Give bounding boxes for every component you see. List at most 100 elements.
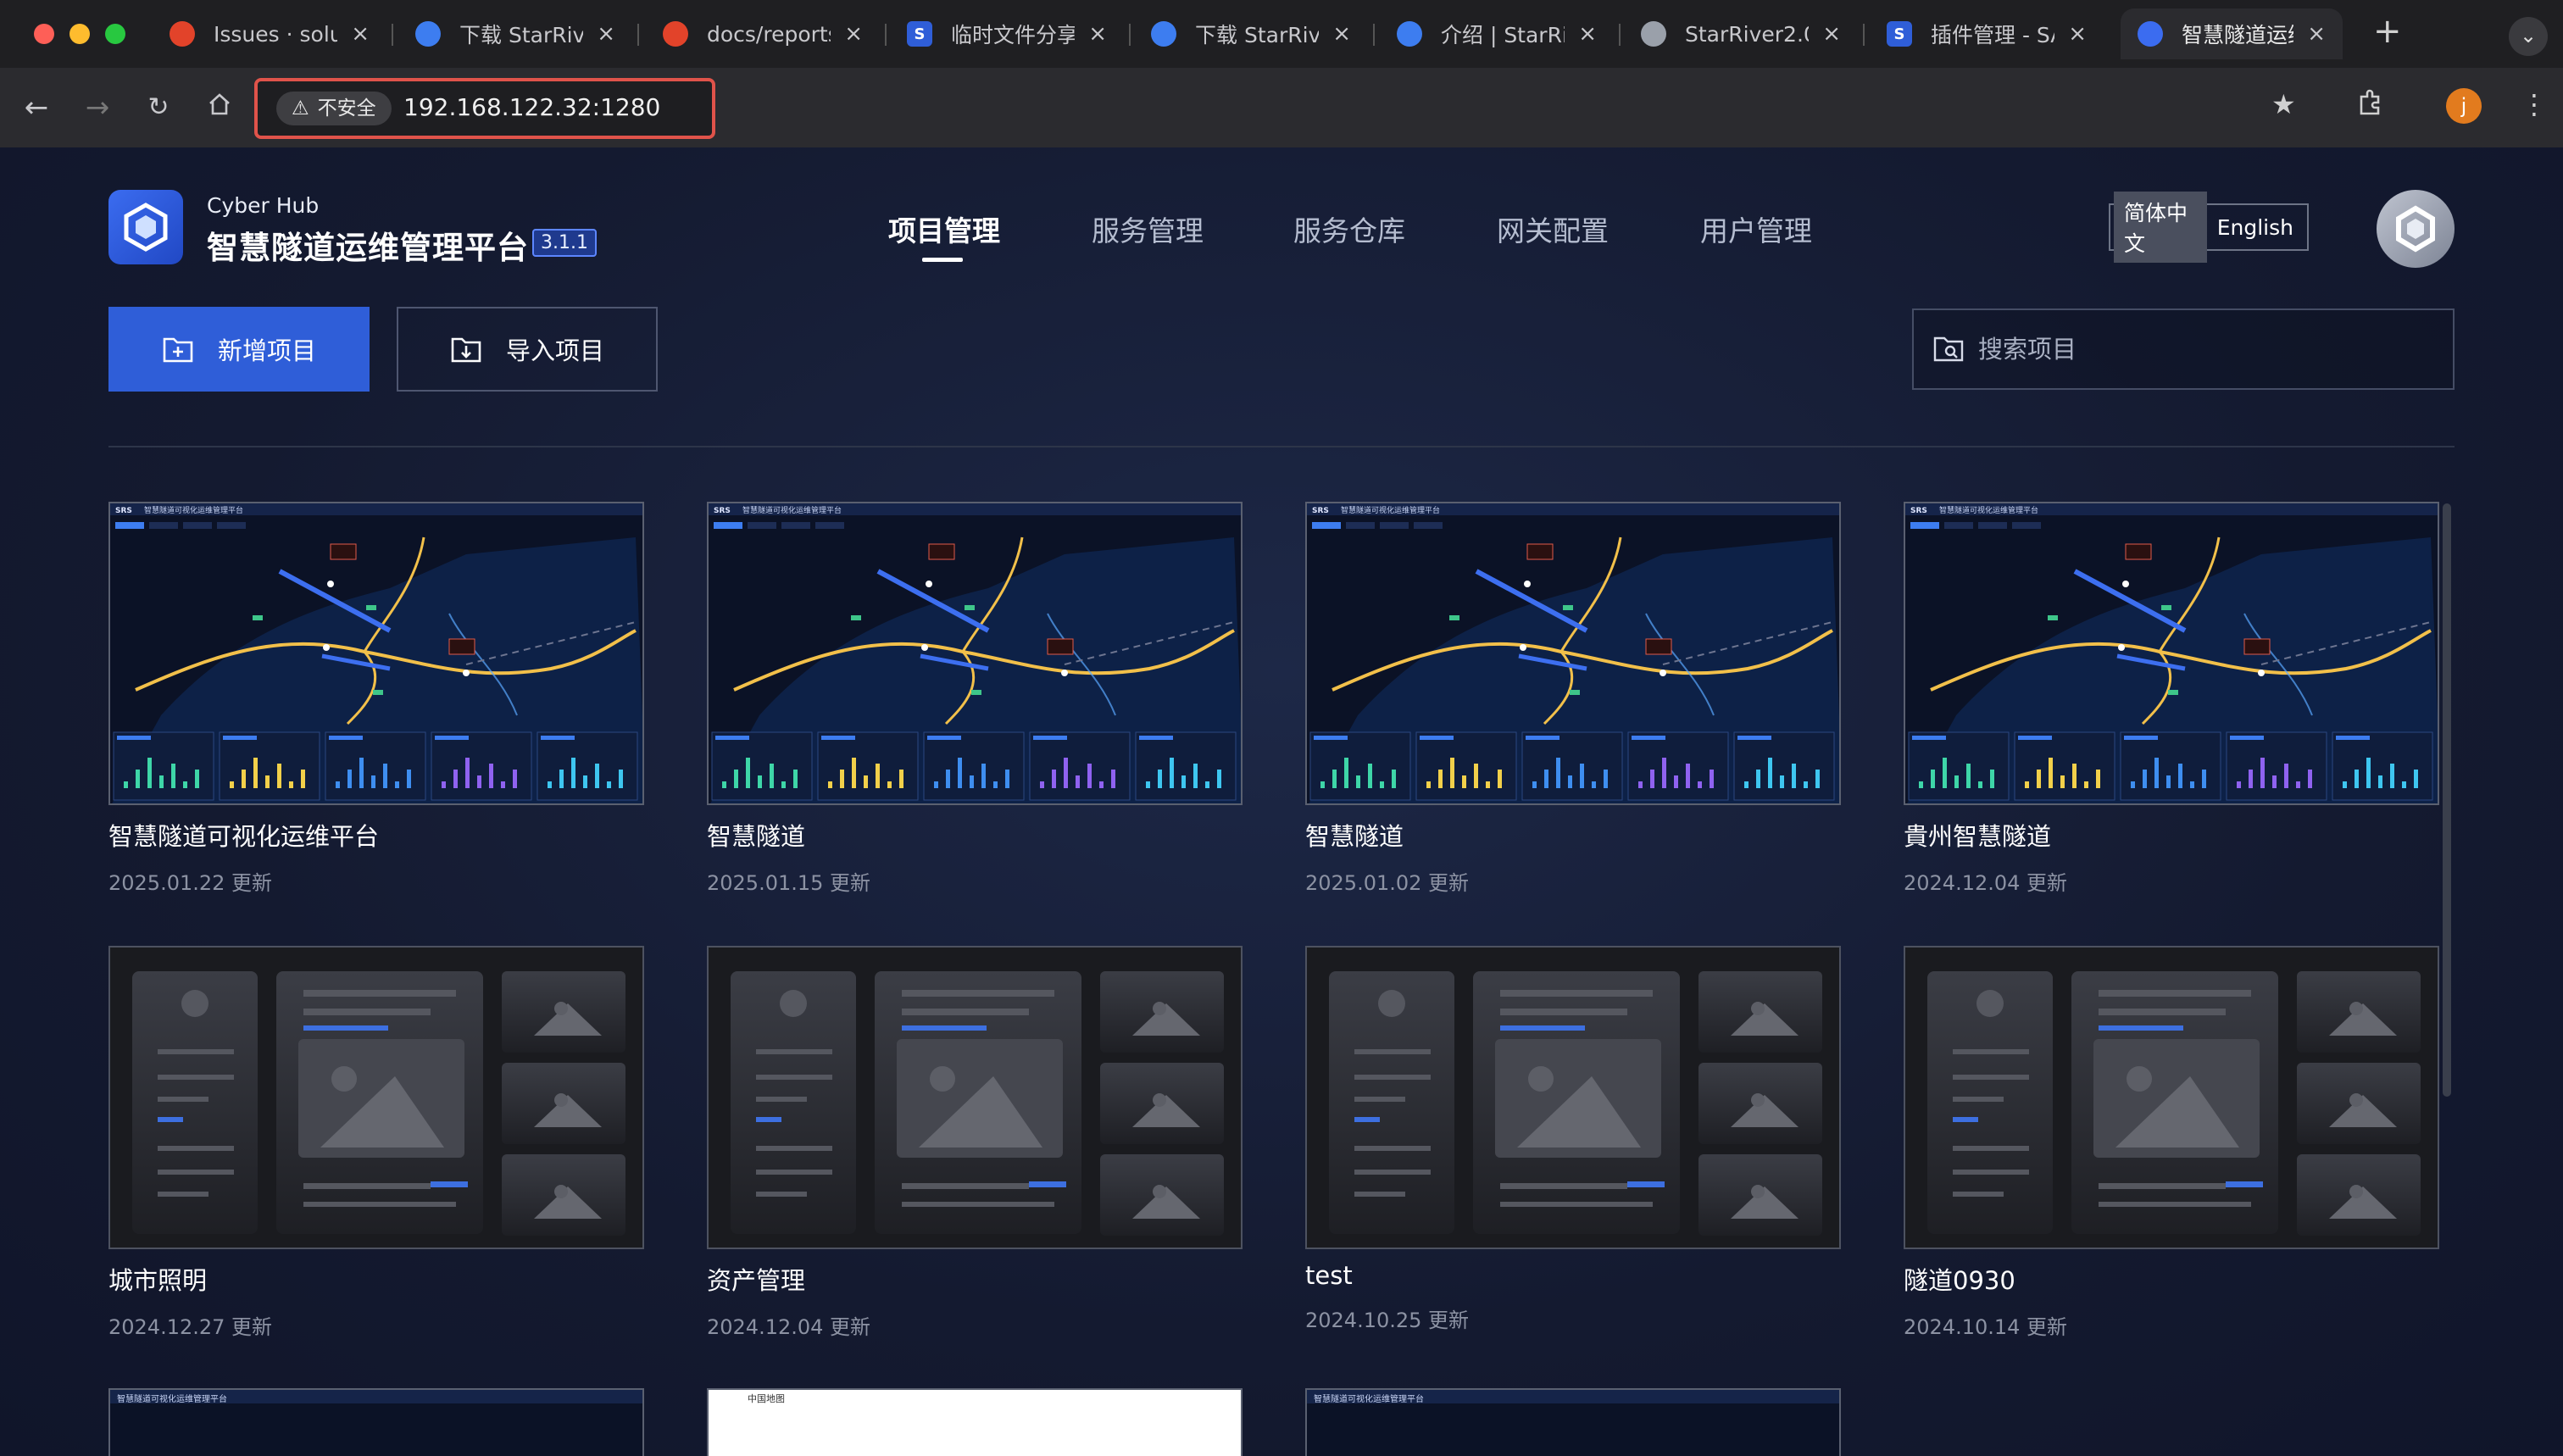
project-title[interactable]: 隧道0930	[1904, 1261, 2439, 1297]
tab-close-icon[interactable]: ×	[1332, 21, 1351, 47]
project-title[interactable]: 城市照明	[108, 1261, 644, 1297]
tab-label: 下载 StarRive	[459, 23, 584, 47]
not-secure-badge[interactable]: ⚠ 不安全	[276, 92, 392, 125]
tab-label: 下载 StarRive	[1195, 23, 1320, 47]
nav-gateway-config[interactable]: 网关配置	[1497, 208, 1609, 249]
project-title[interactable]: test	[1305, 1261, 1841, 1290]
project-card-peek[interactable]: 中国地图	[707, 1388, 1243, 1456]
tab-close-icon[interactable]: ×	[1578, 21, 1597, 47]
tab-strip: Issues · solu×下载 StarRive×docs/reports×S…	[0, 0, 2563, 68]
project-card[interactable]: 城市照明 2024.12.27 更新	[108, 946, 644, 1340]
tab-separator	[1863, 24, 1865, 46]
project-updated-date: 2025.01.22 更新	[108, 871, 273, 895]
hub-icon	[2138, 21, 2163, 47]
folder-add-icon	[163, 337, 193, 363]
svg-text:SRS: SRS	[115, 507, 132, 515]
tab-close-icon[interactable]: ×	[2307, 21, 2326, 47]
s-logo-icon: S	[1887, 21, 1912, 47]
nav-service-management[interactable]: 服务管理	[1092, 208, 1204, 249]
tab-close-icon[interactable]: ×	[1088, 21, 1107, 47]
gitlab-icon	[663, 21, 688, 47]
home-button[interactable]	[200, 88, 239, 127]
project-title[interactable]: 貴州智慧隧道	[1904, 817, 2439, 853]
project-updated-date: 2024.12.04 更新	[1904, 871, 2068, 895]
tab-close-icon[interactable]: ×	[844, 21, 863, 47]
import-project-button[interactable]: 导入项目	[397, 307, 658, 392]
lang-zh-button[interactable]: 简体中文	[2114, 192, 2207, 263]
project-thumbnail[interactable]: SRS 智慧隧道可视化运维管理平台	[108, 502, 644, 805]
new-tab-button[interactable]: +	[2373, 12, 2402, 51]
address-bar[interactable]: ⚠ 不安全 192.168.122.32:1280	[254, 78, 715, 139]
project-thumbnail[interactable]: SRS 智慧隧道可视化运维管理平台	[707, 502, 1243, 805]
version-badge: 3.1.1	[532, 229, 597, 257]
tab-label: docs/reports	[707, 21, 831, 47]
browser-tab[interactable]: S 临时文件分享 ×	[890, 8, 1124, 59]
minimize-window-button[interactable]	[69, 24, 90, 44]
project-updated-date: 2024.12.04 更新	[707, 1315, 871, 1339]
reload-button[interactable]: ↻	[139, 88, 178, 127]
project-card[interactable]: 隧道0930 2024.10.14 更新	[1904, 946, 2439, 1340]
user-hub-icon	[2396, 205, 2435, 253]
project-card[interactable]: SRS 智慧隧道可视化运维管理平台 智慧隧道 2025.01.15 更新	[707, 502, 1243, 896]
extensions-icon[interactable]	[2356, 88, 2385, 124]
project-thumbnail[interactable]	[1904, 946, 2439, 1249]
svg-text:智慧隧道可视化运维管理平台: 智慧隧道可视化运维管理平台	[1341, 505, 1440, 515]
project-thumbnail[interactable]	[1305, 946, 1841, 1249]
user-avatar[interactable]	[2377, 190, 2455, 268]
browser-tab[interactable]: 下载 StarRive ×	[1134, 8, 1368, 59]
browser-tab[interactable]: 介绍 | StarRiv ×	[1380, 8, 1614, 59]
profile-avatar[interactable]: j	[2446, 88, 2482, 124]
browser-tab[interactable]: docs/reports ×	[646, 8, 880, 59]
tab-separator	[1619, 24, 1621, 46]
new-project-button[interactable]: 新增项目	[108, 307, 370, 392]
project-card[interactable]: SRS 智慧隧道可视化运维管理平台 貴州智慧隧道 2024.12.04 更新	[1904, 502, 2439, 896]
back-button[interactable]: ←	[17, 88, 56, 127]
forward-button[interactable]: →	[78, 88, 117, 127]
tab-close-icon[interactable]: ×	[2068, 21, 2087, 47]
project-card-peek[interactable]: 智慧隧道可视化运维管理平台	[1305, 1388, 1841, 1456]
tab-close-icon[interactable]: ×	[351, 21, 370, 47]
warning-icon: ⚠	[292, 97, 309, 119]
browser-tab[interactable]: S 插件管理 - SA ×	[1870, 8, 2104, 59]
scrollbar[interactable]	[2443, 503, 2451, 1097]
browser-tab[interactable]: StarRiver2.0 ×	[1624, 8, 1858, 59]
app-root: Cyber Hub 智慧隧道运维管理平台 3.1.1 项目管理 服务管理 服务仓…	[0, 147, 2563, 1456]
project-card[interactable]: test 2024.10.25 更新	[1305, 946, 1841, 1333]
home-icon	[209, 93, 230, 115]
maximize-window-button[interactable]	[105, 24, 125, 44]
project-thumbnail[interactable]	[707, 946, 1243, 1249]
search-folder-icon	[1933, 336, 1964, 362]
close-window-button[interactable]	[34, 24, 54, 44]
gitlab-icon	[170, 21, 195, 47]
browser-tab[interactable]: 智慧隧道运维 ×	[2121, 8, 2343, 59]
starriver-icon	[1151, 21, 1176, 47]
tab-search-icon[interactable]: ⌄	[2509, 17, 2548, 56]
browser-tab[interactable]: Issues · solu ×	[153, 8, 386, 59]
project-search[interactable]	[1912, 308, 2455, 390]
project-thumbnail[interactable]: SRS 智慧隧道可视化运维管理平台	[1904, 502, 2439, 805]
project-title[interactable]: 资产管理	[707, 1261, 1243, 1297]
nav-active-indicator	[922, 258, 963, 262]
url-text[interactable]: 192.168.122.32:1280	[403, 93, 660, 121]
project-card[interactable]: SRS 智慧隧道可视化运维管理平台 智慧隧道可视化运维平台 2025.01.22 …	[108, 502, 644, 896]
browser-tab[interactable]: 下载 StarRive ×	[398, 8, 632, 59]
browser-menu-icon[interactable]: ⋮	[2521, 88, 2548, 120]
project-thumbnail[interactable]: SRS 智慧隧道可视化运维管理平台	[1305, 502, 1841, 805]
project-title[interactable]: 智慧隧道	[1305, 817, 1841, 853]
tab-close-icon[interactable]: ×	[1822, 21, 1841, 47]
bookmark-star-icon[interactable]: ★	[2271, 88, 2296, 120]
project-card[interactable]: SRS 智慧隧道可视化运维管理平台 智慧隧道 2025.01.02 更新	[1305, 502, 1841, 896]
project-thumbnail[interactable]	[108, 946, 644, 1249]
nav-service-repository[interactable]: 服务仓库	[1293, 208, 1405, 249]
project-card[interactable]: 资产管理 2024.12.04 更新	[707, 946, 1243, 1340]
tab-close-icon[interactable]: ×	[597, 21, 615, 47]
svg-text:SRS: SRS	[714, 507, 731, 515]
project-card-peek[interactable]: 智慧隧道可视化运维管理平台	[108, 1388, 644, 1456]
tab-label: 临时文件分享	[951, 23, 1076, 47]
search-input[interactable]	[1978, 335, 2419, 364]
nav-user-management[interactable]: 用户管理	[1700, 208, 1812, 249]
nav-project-management[interactable]: 项目管理	[888, 208, 1000, 249]
lang-en-button[interactable]: English	[2207, 210, 2304, 245]
project-title[interactable]: 智慧隧道可视化运维平台	[108, 817, 644, 853]
project-title[interactable]: 智慧隧道	[707, 817, 1243, 853]
